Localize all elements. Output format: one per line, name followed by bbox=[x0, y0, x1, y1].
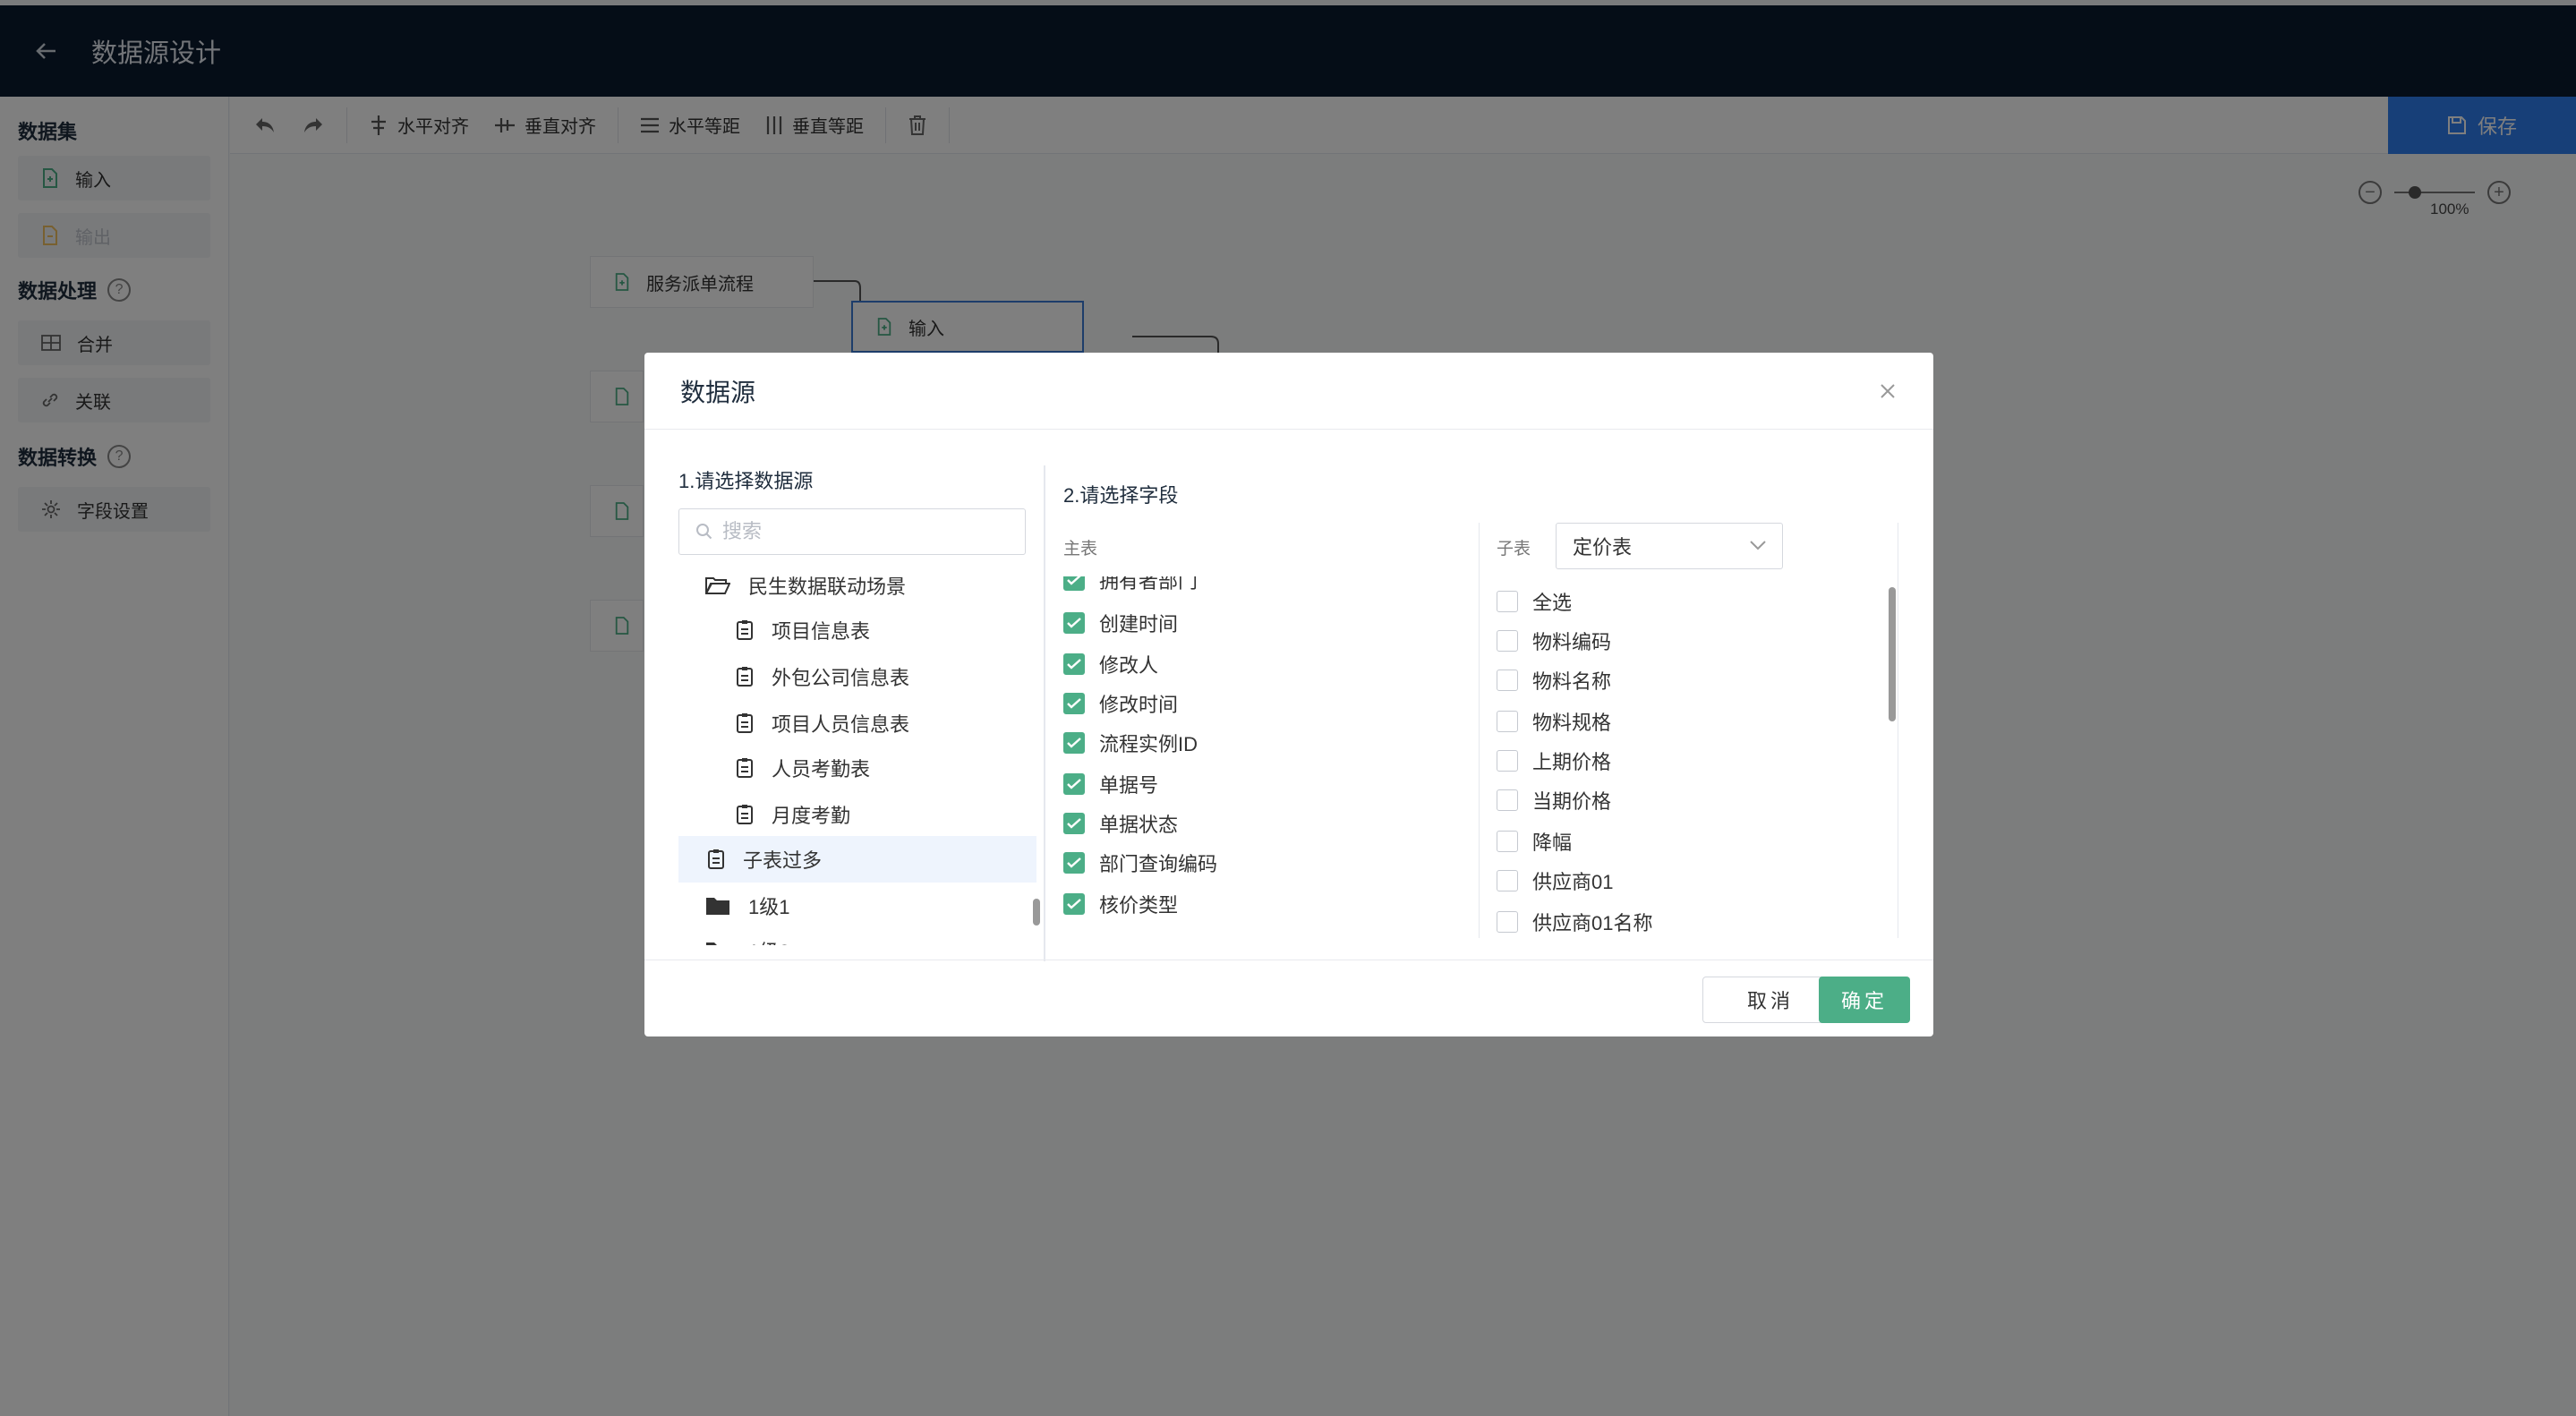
field-checkbox-row[interactable]: 单据号 bbox=[1063, 766, 1158, 802]
table-doc-icon bbox=[737, 805, 753, 824]
field-checkbox-row[interactable]: 物料规格 bbox=[1497, 704, 1611, 739]
sub-field-list[interactable]: 全选 物料编码 物料名称 物料规格 上期价格 当期价格 降幅 供应商01 供应商… bbox=[1497, 576, 1890, 938]
tree-item-table[interactable]: 外包公司信息表 bbox=[678, 653, 1036, 700]
chevron-down-icon bbox=[1750, 541, 1766, 550]
checkbox-checked[interactable] bbox=[1063, 852, 1085, 874]
checkbox-unchecked[interactable] bbox=[1497, 591, 1518, 612]
field-checkbox-row[interactable]: 创建时间 bbox=[1063, 605, 1178, 641]
datasource-dialog: 数据源 1.请选择数据源 民生数据联动场景 项目信息表 外包公司信息表 项目人员… bbox=[644, 353, 1933, 1036]
dialog-header: 数据源 bbox=[644, 353, 1933, 430]
checkbox-checked[interactable] bbox=[1063, 893, 1085, 915]
field-checkbox-row[interactable]: 修改人 bbox=[1063, 646, 1158, 682]
check-icon bbox=[1067, 659, 1081, 670]
check-icon bbox=[1067, 698, 1081, 709]
field-checkbox-row[interactable]: 物料名称 bbox=[1497, 662, 1611, 698]
sub-field-scrollbar[interactable] bbox=[1889, 587, 1896, 721]
checkbox-checked[interactable] bbox=[1063, 612, 1085, 634]
field-checkbox-row[interactable]: 全选 bbox=[1497, 584, 1572, 619]
folder-open-icon bbox=[705, 577, 730, 594]
step1-label: 1.请选择数据源 bbox=[678, 470, 814, 492]
checkbox-checked[interactable] bbox=[1063, 653, 1085, 675]
table-doc-icon bbox=[737, 758, 753, 778]
field-checkbox-row[interactable]: 流程实例ID bbox=[1063, 725, 1198, 761]
checkbox-unchecked[interactable] bbox=[1497, 670, 1518, 691]
dialog-title: 数据源 bbox=[680, 378, 756, 406]
checkbox-unchecked[interactable] bbox=[1497, 911, 1518, 933]
datasource-tree[interactable]: 民生数据联动场景 项目信息表 外包公司信息表 项目人员信息表 人员考勤表 月度考… bbox=[678, 562, 1056, 945]
search-box[interactable] bbox=[678, 508, 1026, 555]
checkbox-unchecked[interactable] bbox=[1497, 630, 1518, 652]
checkbox-unchecked[interactable] bbox=[1497, 831, 1518, 852]
field-checkbox-row[interactable]: 供应商01名称 bbox=[1497, 904, 1652, 938]
search-icon bbox=[696, 524, 712, 540]
checkbox-checked[interactable] bbox=[1063, 732, 1085, 754]
field-checkbox-row[interactable]: 部门查询编码 bbox=[1063, 845, 1217, 881]
checkbox-unchecked[interactable] bbox=[1497, 750, 1518, 772]
main-table-label: 主表 bbox=[1063, 540, 1098, 559]
dialog-footer: 取消 确定 bbox=[644, 960, 1933, 1036]
tree-item-table[interactable]: 人员考勤表 bbox=[678, 745, 1036, 791]
field-checkbox-row[interactable]: 上期价格 bbox=[1497, 743, 1611, 779]
tree-item-folder[interactable]: 1级1 bbox=[678, 883, 1036, 929]
confirm-button[interactable]: 确定 bbox=[1819, 977, 1910, 1023]
table-doc-icon bbox=[737, 667, 753, 687]
checkbox-checked[interactable] bbox=[1063, 693, 1085, 714]
checkbox-unchecked[interactable] bbox=[1497, 870, 1518, 891]
check-icon bbox=[1067, 899, 1081, 909]
tree-item-table[interactable]: 月度考勤 bbox=[678, 791, 1036, 838]
checkbox-checked[interactable] bbox=[1063, 576, 1085, 591]
tree-item-folder[interactable]: 民生数据联动场景 bbox=[678, 562, 1036, 609]
panel-divider bbox=[1044, 465, 1045, 961]
folder-icon bbox=[706, 943, 729, 945]
panel-divider bbox=[1479, 523, 1480, 938]
sub-table-select[interactable]: 定价表 bbox=[1556, 523, 1783, 569]
table-doc-icon bbox=[737, 620, 753, 640]
table-doc-icon bbox=[737, 713, 753, 733]
check-icon bbox=[1067, 618, 1081, 628]
checkbox-unchecked[interactable] bbox=[1497, 789, 1518, 811]
main-field-list[interactable]: 拥有者部门 创建时间 修改人 修改时间 流程实例ID 单据号 单据状态 部门查询… bbox=[1063, 576, 1457, 938]
check-icon bbox=[1067, 857, 1081, 868]
field-checkbox-row[interactable]: 核价类型 bbox=[1063, 886, 1178, 922]
search-input[interactable] bbox=[722, 520, 1009, 543]
tree-scrollbar[interactable] bbox=[1033, 899, 1040, 926]
folder-icon bbox=[706, 898, 729, 915]
field-checkbox-row[interactable]: 物料编码 bbox=[1497, 623, 1611, 659]
check-icon bbox=[1067, 779, 1081, 789]
close-icon[interactable] bbox=[1874, 378, 1901, 405]
field-checkbox-row[interactable]: 供应商01 bbox=[1497, 863, 1613, 899]
checkbox-checked[interactable] bbox=[1063, 773, 1085, 795]
field-checkbox-row[interactable]: 降幅 bbox=[1497, 823, 1572, 859]
check-icon bbox=[1067, 818, 1081, 829]
check-icon bbox=[1067, 738, 1081, 748]
field-checkbox-row[interactable]: 修改时间 bbox=[1063, 686, 1178, 721]
checkbox-checked[interactable] bbox=[1063, 813, 1085, 834]
check-icon bbox=[1067, 576, 1081, 585]
field-checkbox-row[interactable]: 当期价格 bbox=[1497, 782, 1611, 818]
tree-item-table[interactable]: 项目信息表 bbox=[678, 607, 1036, 653]
tree-item-folder[interactable]: 1级2 bbox=[678, 927, 1036, 945]
tree-item-table[interactable]: 项目人员信息表 bbox=[678, 700, 1036, 746]
step2-label: 2.请选择字段 bbox=[1063, 484, 1179, 507]
field-checkbox-row[interactable]: 拥有者部门 bbox=[1063, 576, 1198, 598]
table-doc-icon bbox=[708, 849, 724, 869]
sub-table-label: 子表 bbox=[1497, 540, 1531, 559]
tree-item-table-selected[interactable]: 子表过多 bbox=[678, 836, 1036, 883]
checkbox-unchecked[interactable] bbox=[1497, 711, 1518, 732]
field-checkbox-row[interactable]: 单据状态 bbox=[1063, 806, 1178, 841]
